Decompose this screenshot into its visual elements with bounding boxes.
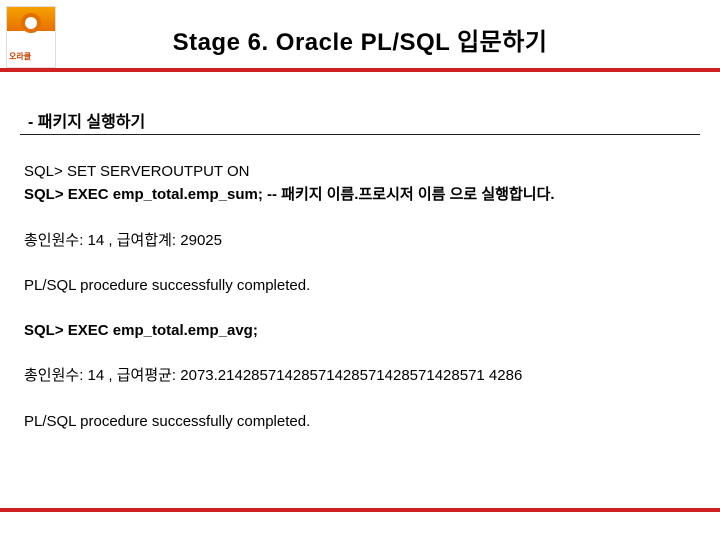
output-line: 총인원수: 14 , 급여평균: 2073.214285714285714285…	[24, 364, 696, 387]
code-line: SQL> SET SERVEROUTPUT ON	[24, 163, 249, 180]
output-line: 총인원수: 14 , 급여합계: 29025	[24, 229, 696, 252]
page-title: Stage 6. Oracle PL/SQL 입문하기	[0, 22, 720, 57]
status-line: PL/SQL procedure successfully completed.	[24, 410, 696, 433]
code-block-1: SQL> SET SERVEROUTPUT ON SQL> EXEC emp_t…	[24, 160, 696, 207]
section-subtitle: - 패키지 실행하기	[28, 108, 145, 132]
body-text: SQL> SET SERVEROUTPUT ON SQL> EXEC emp_t…	[24, 160, 696, 455]
footer-rule	[0, 508, 720, 512]
code-line-bold: SQL> EXEC emp_total.emp_sum; -- 패키지 이름.프…	[24, 186, 555, 203]
code-line-bold: SQL> EXEC emp_total.emp_avg;	[24, 319, 696, 342]
slide: 오라클 Stage 6. Oracle PL/SQL 입문하기 - 패키지 실행…	[0, 0, 720, 540]
subtitle-rule	[20, 134, 700, 135]
status-line: PL/SQL procedure successfully completed.	[24, 274, 696, 297]
title-rule	[0, 68, 720, 72]
